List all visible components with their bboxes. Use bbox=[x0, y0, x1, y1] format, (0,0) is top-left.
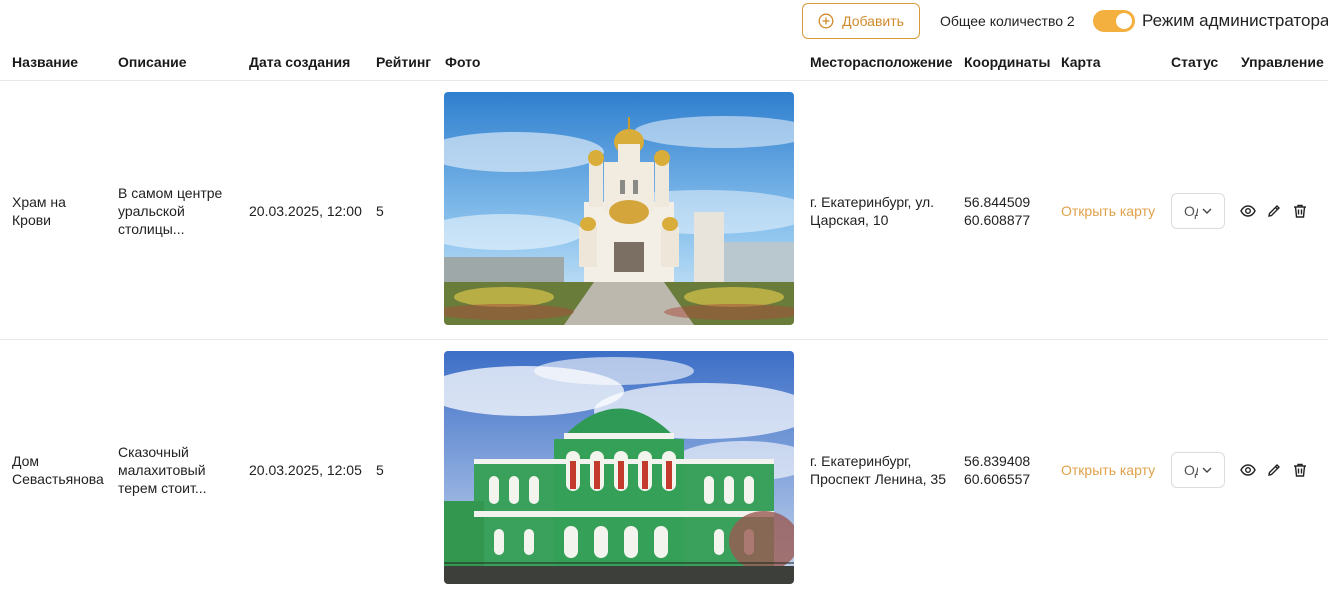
open-map-link[interactable]: Открыть карту bbox=[1061, 202, 1155, 220]
pencil-icon[interactable] bbox=[1266, 203, 1282, 219]
total-count: Общее количество 2 bbox=[940, 13, 1075, 29]
column-header-status[interactable]: Статус bbox=[1171, 54, 1218, 70]
row-rating: 5 bbox=[376, 462, 384, 478]
row-location: г. Екатеринбург, ул. Царская, 10 bbox=[810, 194, 935, 228]
plus-circle-icon bbox=[818, 13, 834, 29]
table-row: Храм на Крови В самом центре уральской с… bbox=[0, 81, 1328, 340]
column-header-actions: Управление bbox=[1241, 54, 1324, 70]
trash-icon[interactable] bbox=[1292, 462, 1308, 478]
open-map-link[interactable]: Открыть карту bbox=[1061, 461, 1155, 479]
column-header-description[interactable]: Описание bbox=[118, 54, 187, 70]
row-photo-church[interactable] bbox=[444, 92, 794, 325]
status-value: Од bbox=[1184, 462, 1198, 478]
table-header: Название Описание Дата создания Рейтинг … bbox=[0, 44, 1328, 81]
row-name: Храм на Крови bbox=[12, 194, 66, 228]
status-select[interactable]: Од bbox=[1171, 452, 1225, 488]
toolbar: Добавить Общее количество 2 Режим админи… bbox=[0, 0, 1328, 44]
column-header-location[interactable]: Месторасположение bbox=[810, 54, 953, 70]
table-row: Дом Севастьянова Сказочный малахитовый т… bbox=[0, 340, 1328, 596]
column-header-name[interactable]: Название bbox=[12, 54, 78, 70]
chevron-down-icon bbox=[1202, 208, 1212, 214]
house-photo-image bbox=[444, 351, 794, 584]
row-rating: 5 bbox=[376, 203, 384, 219]
church-photo-image bbox=[444, 92, 794, 325]
column-header-rating[interactable]: Рейтинг bbox=[376, 54, 431, 70]
row-coordinates: 56.844509 60.608877 bbox=[964, 194, 1031, 228]
chevron-down-icon bbox=[1202, 467, 1212, 473]
status-value: Од bbox=[1184, 203, 1198, 219]
row-description: В самом центре уральской столицы... bbox=[118, 185, 223, 237]
admin-mode-toggle[interactable] bbox=[1093, 10, 1135, 32]
eye-icon[interactable] bbox=[1240, 203, 1256, 219]
row-name: Дом Севастьянова bbox=[12, 453, 104, 487]
column-header-photo[interactable]: Фото bbox=[445, 54, 480, 70]
row-date: 20.03.2025, 12:05 bbox=[249, 462, 362, 478]
column-header-created[interactable]: Дата создания bbox=[249, 54, 350, 70]
column-header-coordinates[interactable]: Координаты bbox=[964, 54, 1050, 70]
add-button-label: Добавить bbox=[842, 13, 904, 29]
eye-icon[interactable] bbox=[1240, 462, 1256, 478]
pencil-icon[interactable] bbox=[1266, 462, 1282, 478]
add-button[interactable]: Добавить bbox=[802, 3, 920, 39]
column-header-map[interactable]: Карта bbox=[1061, 54, 1101, 70]
row-date: 20.03.2025, 12:00 bbox=[249, 203, 362, 219]
admin-mode-label: Режим администратора bbox=[1142, 11, 1328, 30]
status-select[interactable]: Од bbox=[1171, 193, 1225, 229]
row-location: г. Екатеринбург, Проспект Ленина, 35 bbox=[810, 453, 946, 487]
row-actions bbox=[1240, 203, 1308, 219]
toggle-knob bbox=[1116, 13, 1132, 29]
row-actions bbox=[1240, 462, 1308, 478]
row-coordinates: 56.839408 60.606557 bbox=[964, 453, 1031, 487]
trash-icon[interactable] bbox=[1292, 203, 1308, 219]
row-description: Сказочный малахитовый терем стоит... bbox=[118, 444, 207, 496]
row-photo-house[interactable] bbox=[444, 351, 794, 584]
